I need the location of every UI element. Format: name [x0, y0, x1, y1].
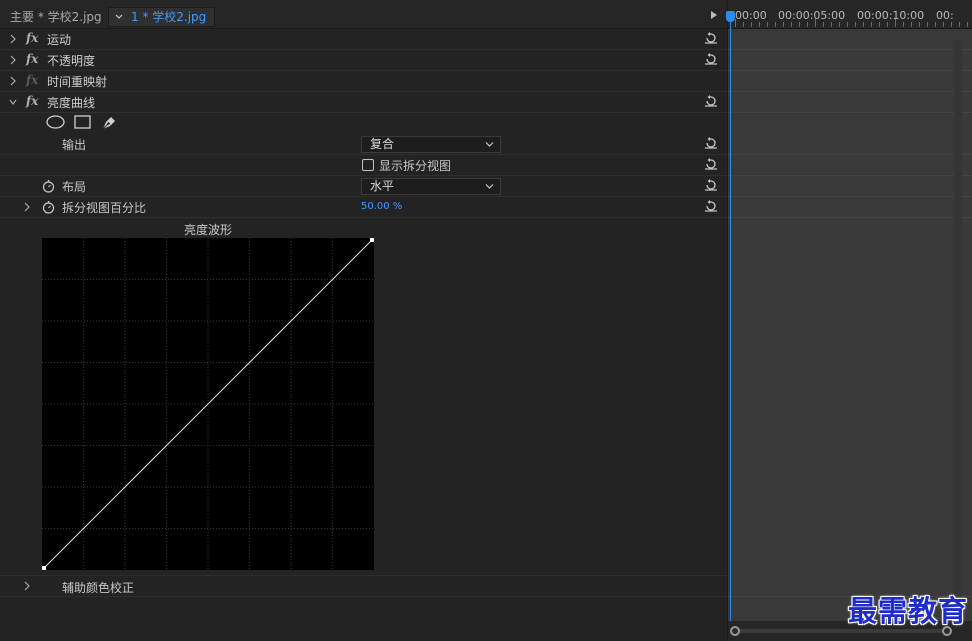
stopwatch-icon[interactable] [42, 200, 55, 214]
output-value: 复合 [370, 137, 395, 151]
timecode: 00:00 [735, 9, 767, 22]
secondary-correction-row[interactable]: 辅助颜色校正 [0, 575, 727, 597]
playhead-handle[interactable] [726, 11, 735, 22]
split-view-label[interactable]: 显示拆分视图 [379, 157, 451, 174]
split-percent-value[interactable]: 50.00 % [361, 201, 402, 212]
luma-curve-graph[interactable] [42, 238, 374, 570]
timeline-track [728, 155, 972, 176]
timecode: 00:00:10:00 [857, 9, 925, 22]
fx-icon[interactable]: fx [26, 94, 38, 108]
timeline-track [728, 176, 972, 197]
timecode: 00:00:05:00 [778, 9, 846, 22]
waveform-title: 亮度波形 [183, 223, 232, 237]
rectangle-mask-icon[interactable] [74, 115, 91, 129]
timeline-track [728, 134, 972, 155]
chevron-down-icon[interactable] [114, 12, 124, 22]
effect-row-time-remap[interactable]: fx 时间重映射 [0, 71, 727, 92]
pen-mask-icon[interactable] [101, 115, 117, 131]
vertical-scrollbar[interactable] [954, 40, 962, 600]
fx-icon[interactable]: fx [26, 52, 38, 66]
mask-tools [0, 112, 727, 133]
split-view-row: 显示拆分视图 [0, 155, 727, 176]
effect-row-luma-curve[interactable]: fx 亮度曲线 [0, 92, 727, 113]
layout-label: 布局 [62, 180, 87, 194]
play-icon[interactable] [711, 11, 717, 19]
curve-point-low [42, 566, 46, 570]
zoom-handle-left[interactable] [730, 626, 740, 636]
effect-controls-panel: fx 运动 fx 不透明度 fx 时间重映射 fx 亮度曲线 输出 复合 显示拆… [0, 29, 727, 641]
split-percent-row: 拆分视图百分比 50.00 % [0, 197, 727, 218]
output-row: 输出 复合 [0, 134, 727, 155]
layout-row: 布局 水平 [0, 176, 727, 197]
effect-name: 不透明度 [47, 54, 96, 68]
chevron-down-icon [485, 184, 494, 189]
reset-icon[interactable] [704, 158, 718, 170]
layout-value: 水平 [370, 179, 395, 193]
watermark-logo: 最需教育 [848, 594, 969, 628]
stopwatch-icon[interactable] [42, 179, 55, 193]
effect-name: 运动 [47, 33, 72, 47]
effect-row-opacity[interactable]: fx 不透明度 [0, 50, 727, 71]
chevron-right-icon[interactable] [22, 580, 32, 592]
curve-point-high [370, 238, 374, 242]
chevron-right-icon[interactable] [8, 75, 18, 87]
time-ruler[interactable]: 00:00 00:00:05:00 00:00:10:00 00: [728, 0, 972, 29]
clip-tab-label: 1 * 学校2.jpg [131, 10, 207, 24]
output-dropdown[interactable]: 复合 [361, 136, 501, 153]
chevron-right-icon[interactable] [22, 201, 32, 213]
playhead-line[interactable] [730, 18, 731, 626]
ellipse-mask-icon[interactable] [46, 115, 65, 129]
secondary-correction-label: 辅助颜色校正 [62, 581, 135, 595]
chevron-down-icon [485, 142, 494, 147]
chevron-down-icon[interactable] [8, 96, 18, 108]
timecode: 00: [936, 9, 954, 22]
clip-tab[interactable]: 1 * 学校2.jpg [108, 7, 215, 27]
effect-row-motion[interactable]: fx 运动 [0, 29, 727, 50]
fx-icon: fx [26, 73, 39, 87]
reset-icon[interactable] [704, 137, 718, 149]
timeline-track [728, 197, 972, 218]
reset-icon[interactable] [704, 53, 718, 65]
effect-name: 亮度曲线 [47, 96, 96, 110]
fx-icon[interactable]: fx [26, 31, 38, 45]
source-tab[interactable]: 主要 * 学校2.jpg [0, 7, 102, 27]
chevron-right-icon[interactable] [8, 54, 18, 66]
split-view-checkbox[interactable] [362, 159, 374, 171]
split-percent-label: 拆分视图百分比 [62, 201, 147, 215]
timeline-track [728, 71, 972, 92]
chevron-right-icon[interactable] [8, 33, 18, 45]
reset-icon[interactable] [704, 32, 718, 44]
reset-icon[interactable] [704, 179, 718, 191]
timeline-track [728, 50, 972, 71]
output-label: 输出 [62, 138, 87, 152]
reset-icon[interactable] [704, 200, 718, 212]
reset-icon[interactable] [704, 95, 718, 107]
effect-name: 时间重映射 [47, 75, 108, 89]
layout-dropdown[interactable]: 水平 [361, 178, 501, 195]
timeline-track [728, 29, 972, 50]
timeline-panel[interactable]: 00:00 00:00:05:00 00:00:10:00 00: [726, 0, 972, 641]
timeline-track [728, 92, 972, 113]
